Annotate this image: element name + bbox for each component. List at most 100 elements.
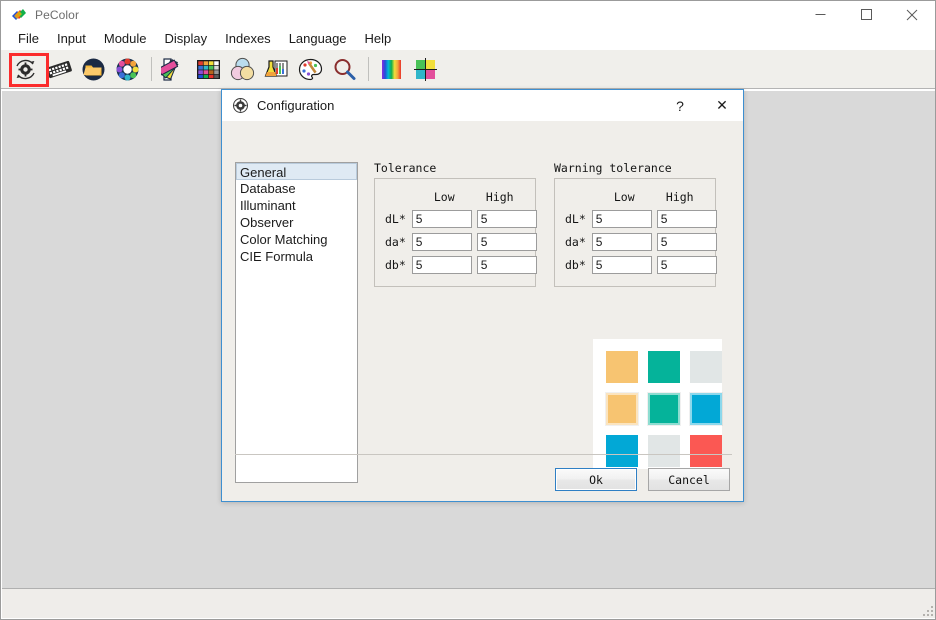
list-item-cie-formula[interactable]: CIE Formula <box>236 248 357 265</box>
maximize-button[interactable] <box>843 1 889 28</box>
settings-gear-icon <box>232 97 249 114</box>
color-fan-deck-icon <box>160 57 179 81</box>
dialog-separator <box>235 454 732 455</box>
menu-item-language[interactable]: Language <box>280 28 356 50</box>
dialog-titlebar-buttons: ? ✕ <box>659 90 743 121</box>
application-window: PeColor File Input Module Display Indexe… <box>0 0 936 620</box>
settings-gear-refresh-icon <box>15 59 35 79</box>
tolerance-da-high-input[interactable] <box>476 232 537 251</box>
minimize-button[interactable] <box>797 1 843 28</box>
warning-tolerance-row-da: da* <box>565 230 717 253</box>
toolbar-button-color-mix[interactable] <box>226 53 258 85</box>
ok-button[interactable]: Ok <box>555 468 637 491</box>
warning-tolerance-dL-high-input[interactable] <box>656 209 717 228</box>
toolbar-button-fan-deck[interactable] <box>158 53 190 85</box>
tolerance-col-low: Low <box>433 190 455 204</box>
window-titlebar: PeColor <box>1 1 935 28</box>
warning-tolerance-column-headers: Low High <box>565 187 705 207</box>
configuration-dialog: Configuration ? ✕ General Database Illum… <box>221 89 744 502</box>
window-controls <box>797 1 935 28</box>
dialog-help-button[interactable]: ? <box>659 90 701 121</box>
tolerance-group-box: Low High dL* da* db* <box>374 178 537 287</box>
warning-tolerance-col-high: High <box>665 190 694 204</box>
toolbar-button-search[interactable] <box>328 53 360 85</box>
tolerance-group-title: Tolerance <box>374 161 437 175</box>
menu-item-help[interactable]: Help <box>356 28 401 50</box>
dialog-title: Configuration <box>257 98 335 113</box>
toolbar-button-spectrum[interactable] <box>375 53 407 85</box>
toolbar-button-color-space[interactable] <box>409 53 441 85</box>
list-item-database[interactable]: Database <box>236 180 357 197</box>
tolerance-db-low-input[interactable] <box>411 255 472 274</box>
menu-item-indexes[interactable]: Indexes <box>216 28 280 50</box>
dialog-titlebar: Configuration ? ✕ <box>222 90 743 121</box>
menu-item-input[interactable]: Input <box>48 28 95 50</box>
toolbar-button-palette[interactable] <box>294 53 326 85</box>
tolerance-col-high: High <box>485 190 514 204</box>
minimize-icon <box>815 14 825 15</box>
menubar: File Input Module Display Indexes Langua… <box>1 28 935 50</box>
warning-tolerance-row-db: db* <box>565 253 717 276</box>
swatch-teal[interactable] <box>648 351 680 383</box>
list-item-color-matching[interactable]: Color Matching <box>236 231 357 248</box>
close-button[interactable] <box>889 1 935 28</box>
warning-tolerance-row-dL: dL* <box>565 207 717 230</box>
magnifier-search-icon <box>334 58 355 80</box>
list-item-observer[interactable]: Observer <box>236 214 357 231</box>
tolerance-row-da: da* <box>385 230 537 253</box>
cancel-button[interactable]: Cancel <box>648 468 730 491</box>
warning-tolerance-db-high-input[interactable] <box>656 255 717 274</box>
toolbar-button-open[interactable] <box>77 53 109 85</box>
swatch-cyan-outlined[interactable] <box>690 393 722 425</box>
toolbar-separator-2 <box>368 57 369 81</box>
warning-tolerance-group: Warning tolerance Low High dL* da* <box>554 161 717 287</box>
menu-item-file[interactable]: File <box>9 28 48 50</box>
list-item-general[interactable]: General <box>236 163 357 180</box>
keyboard-icon <box>46 60 72 79</box>
tolerance-group: Tolerance Low High dL* da* <box>374 161 537 287</box>
warning-tolerance-da-low-input[interactable] <box>591 232 652 251</box>
menu-item-display[interactable]: Display <box>156 28 217 50</box>
pecolor-logo-icon <box>10 6 28 24</box>
warning-tolerance-col-low: Low <box>613 190 635 204</box>
toolbar-button-lab[interactable] <box>260 53 292 85</box>
swatch-light-gray-2[interactable] <box>648 435 680 467</box>
statusbar <box>2 588 935 618</box>
toolbar-button-color-chart[interactable] <box>192 53 224 85</box>
warning-tolerance-db-low-input[interactable] <box>591 255 652 274</box>
dialog-close-button[interactable]: ✕ <box>701 90 743 121</box>
color-swatch-preview-panel <box>593 339 722 469</box>
tolerance-label-db: db* <box>385 257 406 272</box>
warning-tolerance-group-title: Warning tolerance <box>554 161 672 175</box>
tolerance-dL-low-input[interactable] <box>411 209 472 228</box>
tolerance-label-da: da* <box>385 234 406 249</box>
swatch-red[interactable] <box>690 435 722 467</box>
list-item-illuminant[interactable]: Illuminant <box>236 197 357 214</box>
warning-tolerance-label-db: db* <box>565 257 586 272</box>
tolerance-da-low-input[interactable] <box>411 232 472 251</box>
toolbar-button-keyboard[interactable] <box>43 53 75 85</box>
lab-flask-icon <box>264 59 287 77</box>
tolerance-dL-high-input[interactable] <box>476 209 537 228</box>
window-title: PeColor <box>35 7 80 22</box>
toolbar-button-settings[interactable] <box>9 53 41 85</box>
menu-item-module[interactable]: Module <box>95 28 156 50</box>
tolerance-db-high-input[interactable] <box>476 255 537 274</box>
resize-grip-icon[interactable] <box>921 604 933 616</box>
toolbar-separator-1 <box>151 57 152 81</box>
category-listbox[interactable]: General Database Illuminant Observer Col… <box>235 162 358 483</box>
swatch-amber-outlined[interactable] <box>606 393 638 425</box>
warning-tolerance-label-da: da* <box>565 234 586 249</box>
swatch-teal-outlined[interactable] <box>648 393 680 425</box>
spectrum-bars-icon <box>381 59 401 79</box>
swatch-amber[interactable] <box>606 351 638 383</box>
toolbar-button-color-wheel[interactable] <box>111 53 143 85</box>
warning-tolerance-dL-low-input[interactable] <box>591 209 652 228</box>
swatch-light-gray[interactable] <box>690 351 722 383</box>
artist-palette-icon <box>298 58 322 80</box>
warning-tolerance-da-high-input[interactable] <box>656 232 717 251</box>
swatch-cyan[interactable] <box>606 435 638 467</box>
warning-tolerance-label-dL: dL* <box>565 211 586 226</box>
warning-tolerance-group-box: Low High dL* da* db* <box>554 178 717 287</box>
tolerance-label-dL: dL* <box>385 211 406 226</box>
